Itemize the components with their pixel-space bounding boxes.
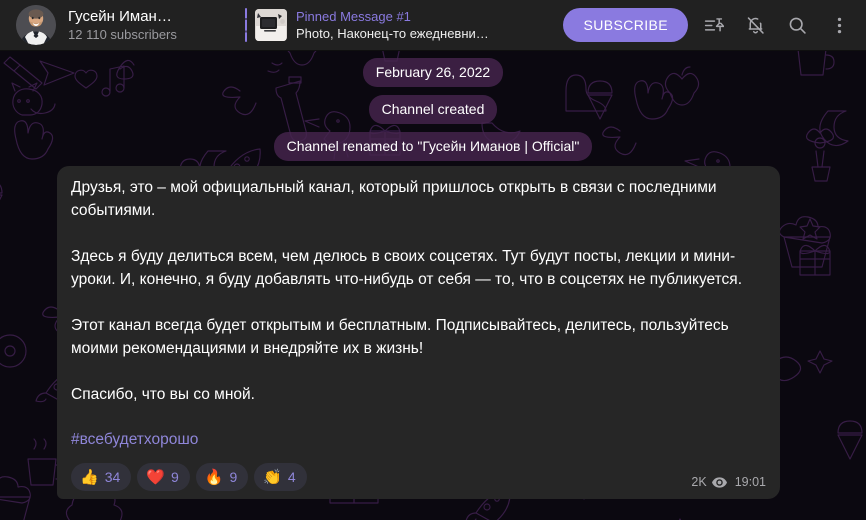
pinned-progress-bar <box>245 8 247 42</box>
bell-muted-icon[interactable] <box>738 8 772 42</box>
telegram-channel-window: Гусейн Иман… 12 110 subscribers Pinned M… <box>0 0 866 520</box>
reaction-count: 34 <box>104 469 121 485</box>
pinned-text-wrap: Pinned Message #1 Photo, Наконец-то ежед… <box>296 8 514 42</box>
fire-icon: 🔥 <box>204 468 224 486</box>
message-text: Друзья, это – мой официальный канал, кот… <box>71 179 743 403</box>
reactions-row: 👍 34 ❤️ 9 🔥 9 👏 4 <box>71 463 691 491</box>
message-meta: 2K 19:01 <box>691 475 766 491</box>
pinned-preview: Photo, Наконец-то ежедневни… <box>296 26 489 41</box>
reaction-count: 9 <box>229 469 238 485</box>
subscriber-count: 12 110 subscribers <box>68 27 177 42</box>
reaction-chip[interactable]: 🔥 9 <box>195 463 249 491</box>
chat-scroll-area[interactable]: February 26, 2022 Channel created Channe… <box>0 51 866 520</box>
service-message-created: Channel created <box>368 95 498 124</box>
chat-header: Гусейн Иман… 12 110 subscribers Pinned M… <box>0 0 866 51</box>
heart-icon: ❤️ <box>146 468 165 486</box>
avatar[interactable] <box>16 5 56 45</box>
service-message-stack: February 26, 2022 Channel created Channe… <box>0 58 866 161</box>
reaction-chip[interactable]: ❤️ 9 <box>137 463 190 491</box>
channel-title: Гусейн Иман… <box>68 8 172 25</box>
message-time: 19:01 <box>734 475 766 489</box>
channel-info[interactable]: Гусейн Иман… 12 110 subscribers <box>68 7 233 43</box>
eye-icon <box>711 476 727 488</box>
service-message-date: February 26, 2022 <box>362 58 504 87</box>
subscribe-button[interactable]: SUBSCRIBE <box>563 8 688 42</box>
more-vertical-icon[interactable] <box>822 8 856 42</box>
pinned-thumbnail <box>255 9 287 41</box>
message-bubble[interactable]: Друзья, это – мой официальный канал, кот… <box>57 166 780 499</box>
hashtag-link[interactable]: #всебудетхорошо <box>71 428 198 451</box>
thumbs-up-icon: 👍 <box>80 468 99 486</box>
pinned-messages-icon[interactable] <box>696 8 730 42</box>
reaction-count: 9 <box>170 469 179 485</box>
service-message-renamed: Channel renamed to "Гусейн Иманов | Offi… <box>273 132 593 161</box>
clapping-hands-icon: 👏 <box>263 468 282 486</box>
message-footer: 👍 34 ❤️ 9 🔥 9 👏 4 2K 19:01 <box>71 463 766 491</box>
reaction-chip[interactable]: 👍 34 <box>71 463 132 491</box>
reaction-count: 4 <box>287 469 296 485</box>
view-count: 2K <box>691 475 707 489</box>
search-icon[interactable] <box>780 8 814 42</box>
pinned-message-bar[interactable]: Pinned Message #1 Photo, Наконец-то ежед… <box>239 3 514 47</box>
pinned-title: Pinned Message #1 <box>296 9 411 24</box>
reaction-chip[interactable]: 👏 4 <box>254 463 307 491</box>
